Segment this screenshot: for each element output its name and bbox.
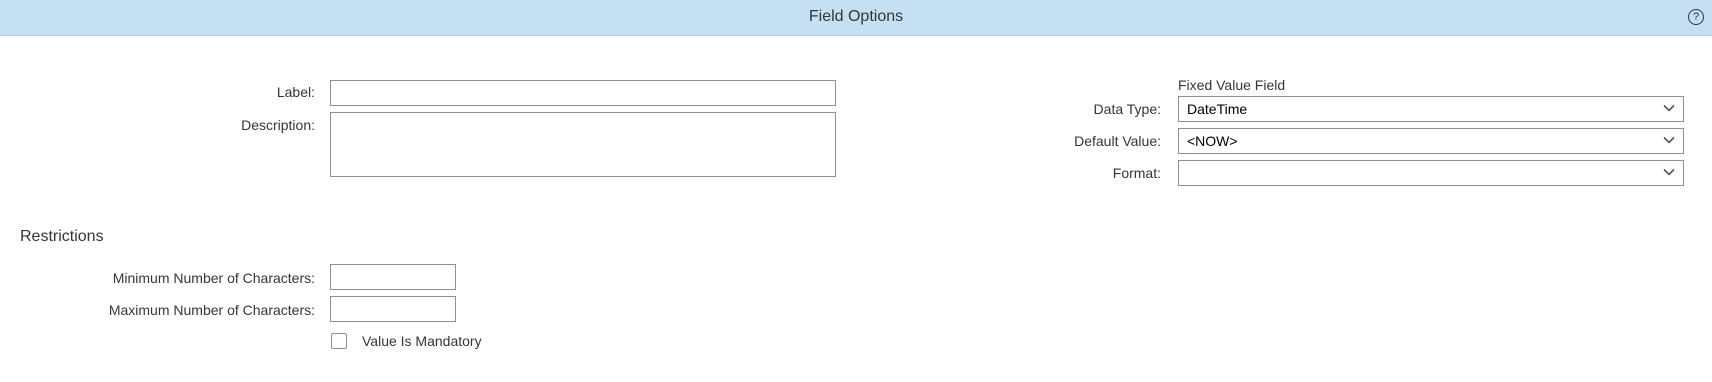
data-type-label: Data Type: [1093, 101, 1161, 117]
chevron-down-icon [1663, 137, 1675, 144]
default-value-value: <NOW> [1187, 133, 1238, 149]
default-value-label: Default Value: [1074, 133, 1161, 149]
min-chars-input[interactable] [330, 264, 456, 290]
label-input[interactable] [330, 80, 836, 106]
format-select[interactable] [1178, 160, 1684, 186]
mandatory-checkbox[interactable] [331, 333, 347, 349]
data-type-value: DateTime [1187, 101, 1248, 117]
max-chars-input[interactable] [330, 296, 456, 322]
restrictions-title: Restrictions [20, 228, 104, 245]
chevron-down-icon [1663, 169, 1675, 176]
data-type-select[interactable]: DateTime [1178, 96, 1684, 122]
dialog-title: Field Options [808, 8, 904, 25]
chevron-down-icon [1663, 105, 1675, 112]
help-icon[interactable]: ? [1688, 9, 1704, 25]
fixed-value-heading: Fixed Value Field [1178, 77, 1286, 93]
default-value-select[interactable]: <NOW> [1178, 128, 1684, 154]
dialog-header: Field Options ? [0, 0, 1712, 36]
max-chars-label: Maximum Number of Characters: [108, 302, 315, 318]
format-label: Format: [1112, 165, 1161, 181]
description-textarea[interactable] [330, 112, 836, 177]
mandatory-label[interactable]: Value Is Mandatory [362, 333, 482, 349]
description-field-label: Description: [241, 117, 315, 133]
label-field-label: Label: [276, 84, 315, 100]
min-chars-label: Minimum Number of Characters: [112, 270, 315, 286]
